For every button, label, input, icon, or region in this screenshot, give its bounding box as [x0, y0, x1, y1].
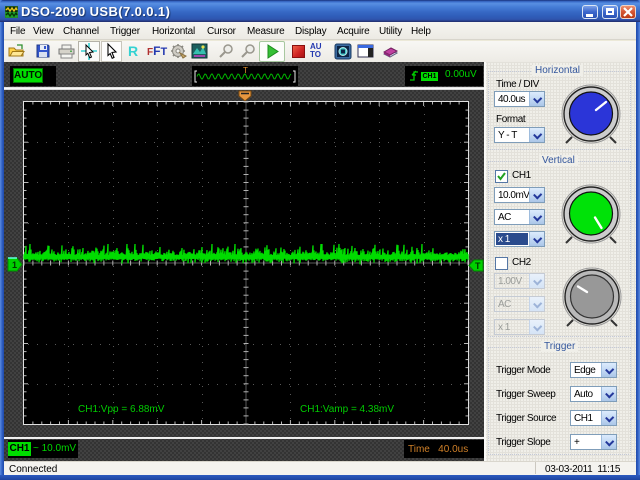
svg-text:CH1:Vamp = 4.38mV: CH1:Vamp = 4.38mV: [300, 404, 394, 415]
svg-text:CH1:Vpp = 6.88mV: CH1:Vpp = 6.88mV: [78, 404, 165, 415]
svg-text:T: T: [475, 261, 481, 271]
svg-text:1: 1: [12, 260, 17, 270]
svg-text:T: T: [243, 66, 248, 75]
